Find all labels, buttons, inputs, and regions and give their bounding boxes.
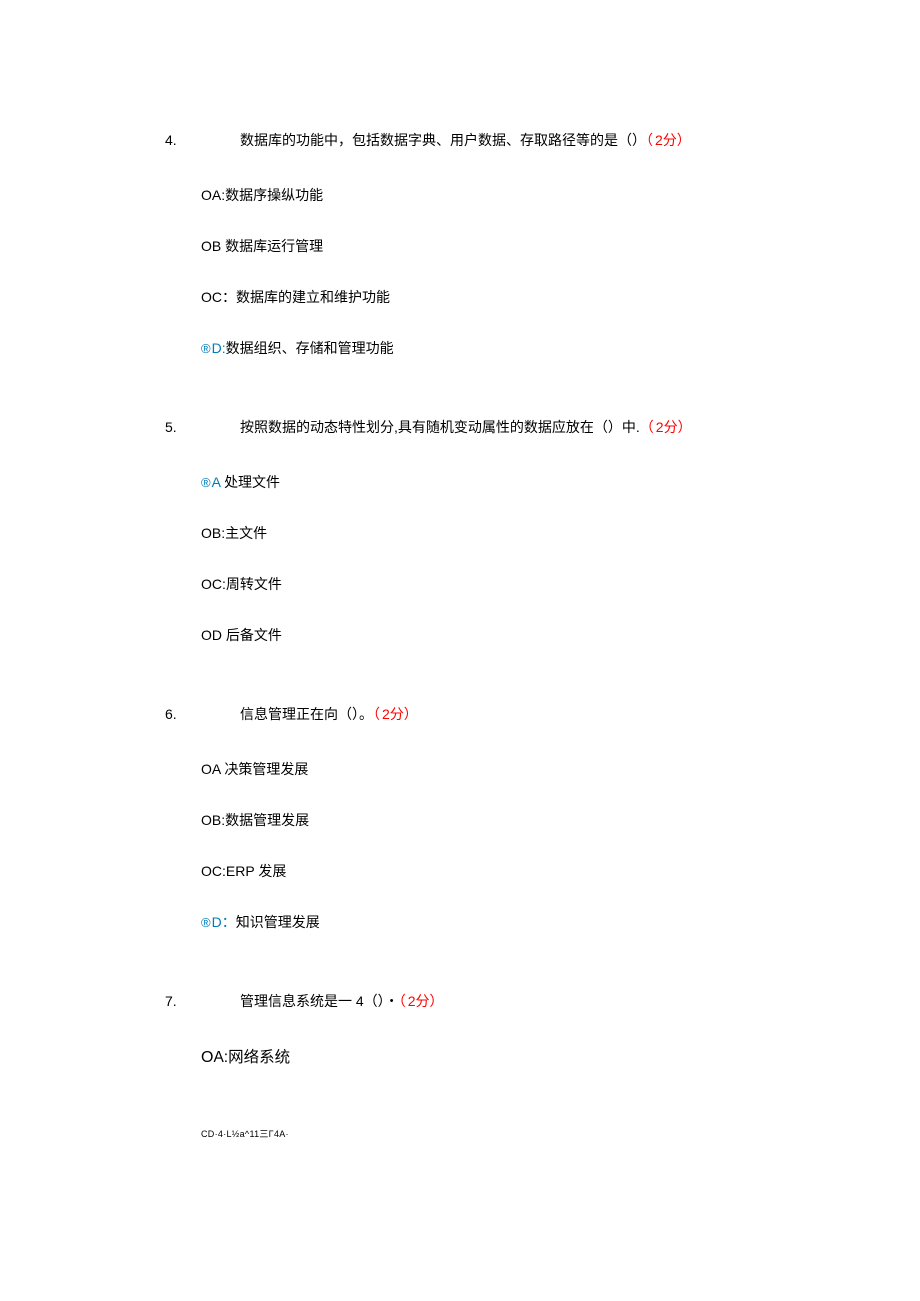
- option-text: 数据组织、存储和管理功能: [226, 340, 394, 356]
- option-B[interactable]: OB:数据管理发展: [201, 810, 920, 831]
- option-text: 网络系统: [228, 1049, 290, 1066]
- option-A[interactable]: OA:数据序操纵功能: [201, 185, 920, 206]
- option-B[interactable]: OB:主文件: [201, 523, 920, 544]
- question-header: 7.管理信息系统是一 4（）・（2分）: [165, 991, 920, 1012]
- question-number: 5.: [165, 417, 240, 438]
- options-list: OA 决策管理发展OB:数据管理发展OC:ERP 发展®D：知识管理发展: [165, 759, 920, 933]
- question-header: 6.信息管理正在向（）。（2分）: [165, 704, 920, 725]
- radio-unselected-icon: O: [201, 525, 212, 541]
- option-letter: B: [212, 238, 225, 254]
- option-letter: C:: [212, 863, 226, 879]
- points-label: 2分）: [655, 132, 691, 148]
- radio-unselected-icon: O: [201, 187, 212, 203]
- option-text: 数据库运行管理: [225, 238, 323, 254]
- option-letter: C：: [212, 289, 236, 305]
- option-A[interactable]: OA:网络系统: [201, 1046, 920, 1070]
- radio-selected-icon: ®: [201, 915, 211, 930]
- question-number: 4.: [165, 130, 240, 151]
- option-letter: A:: [213, 1049, 228, 1066]
- radio-selected-icon: ®: [201, 341, 211, 356]
- footer-code: CD·4·L½a^11三Γ4A·: [0, 1128, 920, 1142]
- option-text: 处理文件: [224, 474, 280, 490]
- points-open-paren: （: [373, 706, 380, 722]
- question-7: 7.管理信息系统是一 4（）・（2分） OA:网络系统: [0, 991, 920, 1070]
- option-text: 数据序操纵功能: [225, 187, 323, 203]
- radio-unselected-icon: O: [201, 863, 212, 879]
- question-text-wrap: 信息管理正在向（）。（2分）: [240, 704, 418, 725]
- option-letter: C:: [212, 576, 226, 592]
- option-letter: B:: [212, 812, 225, 828]
- option-text: 周转文件: [226, 576, 282, 592]
- question-text: 数据库的功能中，包括数据字典、用户数据、存取路径等的是（）: [240, 132, 646, 148]
- option-letter: B:: [212, 525, 225, 541]
- option-A[interactable]: OA 决策管理发展: [201, 759, 920, 780]
- question-text: 信息管理正在向（）。: [240, 706, 373, 722]
- question-6: 6.信息管理正在向（）。（2分）OA 决策管理发展OB:数据管理发展OC:ERP…: [0, 704, 920, 933]
- points-label: 2分）: [382, 706, 418, 722]
- options-list: OA:数据序操纵功能OB 数据库运行管理OC：数据库的建立和维护功能®D:数据组…: [165, 185, 920, 359]
- radio-unselected-icon: O: [201, 1049, 213, 1066]
- points-open-paren: （: [646, 132, 653, 148]
- option-text: 知识管理发展: [236, 914, 320, 930]
- points-open-paren: （: [640, 419, 654, 435]
- options-list: OA:网络系统: [165, 1046, 920, 1070]
- option-C[interactable]: OC:ERP 发展: [201, 861, 920, 882]
- option-text: 决策管理发展: [224, 761, 308, 777]
- option-D[interactable]: ®D：知识管理发展: [201, 912, 920, 933]
- option-D[interactable]: OD 后备文件: [201, 625, 920, 646]
- question-text-wrap: 按照数据的动态特性划分,具有随机变动属性的数据应放在（）中.（2分）: [240, 417, 692, 438]
- question-text: 管理信息系统是一 4（）・: [240, 993, 399, 1009]
- option-letter: A: [212, 761, 224, 777]
- option-text: ERP 发展: [226, 863, 286, 879]
- radio-selected-icon: ®: [201, 475, 211, 490]
- radio-unselected-icon: O: [201, 238, 212, 254]
- radio-unselected-icon: O: [201, 812, 212, 828]
- options-list: ®A 处理文件OB:主文件OC:周转文件OD 后备文件: [165, 472, 920, 646]
- option-B[interactable]: OB 数据库运行管理: [201, 236, 920, 257]
- question-header: 5.按照数据的动态特性划分,具有随机变动属性的数据应放在（）中.（2分）: [165, 417, 920, 438]
- points-open-paren: （: [399, 993, 406, 1009]
- option-D[interactable]: ®D:数据组织、存储和管理功能: [201, 338, 920, 359]
- option-A[interactable]: ®A 处理文件: [201, 472, 920, 493]
- question-text-wrap: 数据库的功能中，包括数据字典、用户数据、存取路径等的是（）（2分）: [240, 130, 691, 151]
- option-letter: A:: [212, 187, 225, 203]
- radio-unselected-icon: O: [201, 761, 212, 777]
- option-text: 数据库的建立和维护功能: [236, 289, 390, 305]
- points-label: 2分）: [656, 419, 692, 435]
- question-number: 6.: [165, 704, 240, 725]
- option-text: 后备文件: [226, 627, 282, 643]
- question-text-wrap: 管理信息系统是一 4（）・（2分）: [240, 991, 443, 1012]
- question-header: 4.数据库的功能中，包括数据字典、用户数据、存取路径等的是（）（2分）: [165, 130, 920, 151]
- radio-unselected-icon: O: [201, 627, 212, 643]
- question-5: 5.按照数据的动态特性划分,具有随机变动属性的数据应放在（）中.（2分） ®A 处…: [0, 417, 920, 646]
- option-text: 数据管理发展: [225, 812, 309, 828]
- option-C[interactable]: OC：数据库的建立和维护功能: [201, 287, 920, 308]
- option-letter: D:: [212, 340, 226, 356]
- option-letter: A: [212, 474, 224, 490]
- option-text: 主文件: [225, 525, 267, 541]
- question-4: 4.数据库的功能中，包括数据字典、用户数据、存取路径等的是（）（2分）OA:数据…: [0, 130, 920, 359]
- points-label: 2分）: [408, 993, 444, 1009]
- question-number: 7.: [165, 991, 240, 1012]
- option-letter: D：: [212, 914, 236, 930]
- option-letter: D: [212, 627, 226, 643]
- option-C[interactable]: OC:周转文件: [201, 574, 920, 595]
- radio-unselected-icon: O: [201, 289, 212, 305]
- radio-unselected-icon: O: [201, 576, 212, 592]
- question-text: 按照数据的动态特性划分,具有随机变动属性的数据应放在（）中.: [240, 419, 640, 435]
